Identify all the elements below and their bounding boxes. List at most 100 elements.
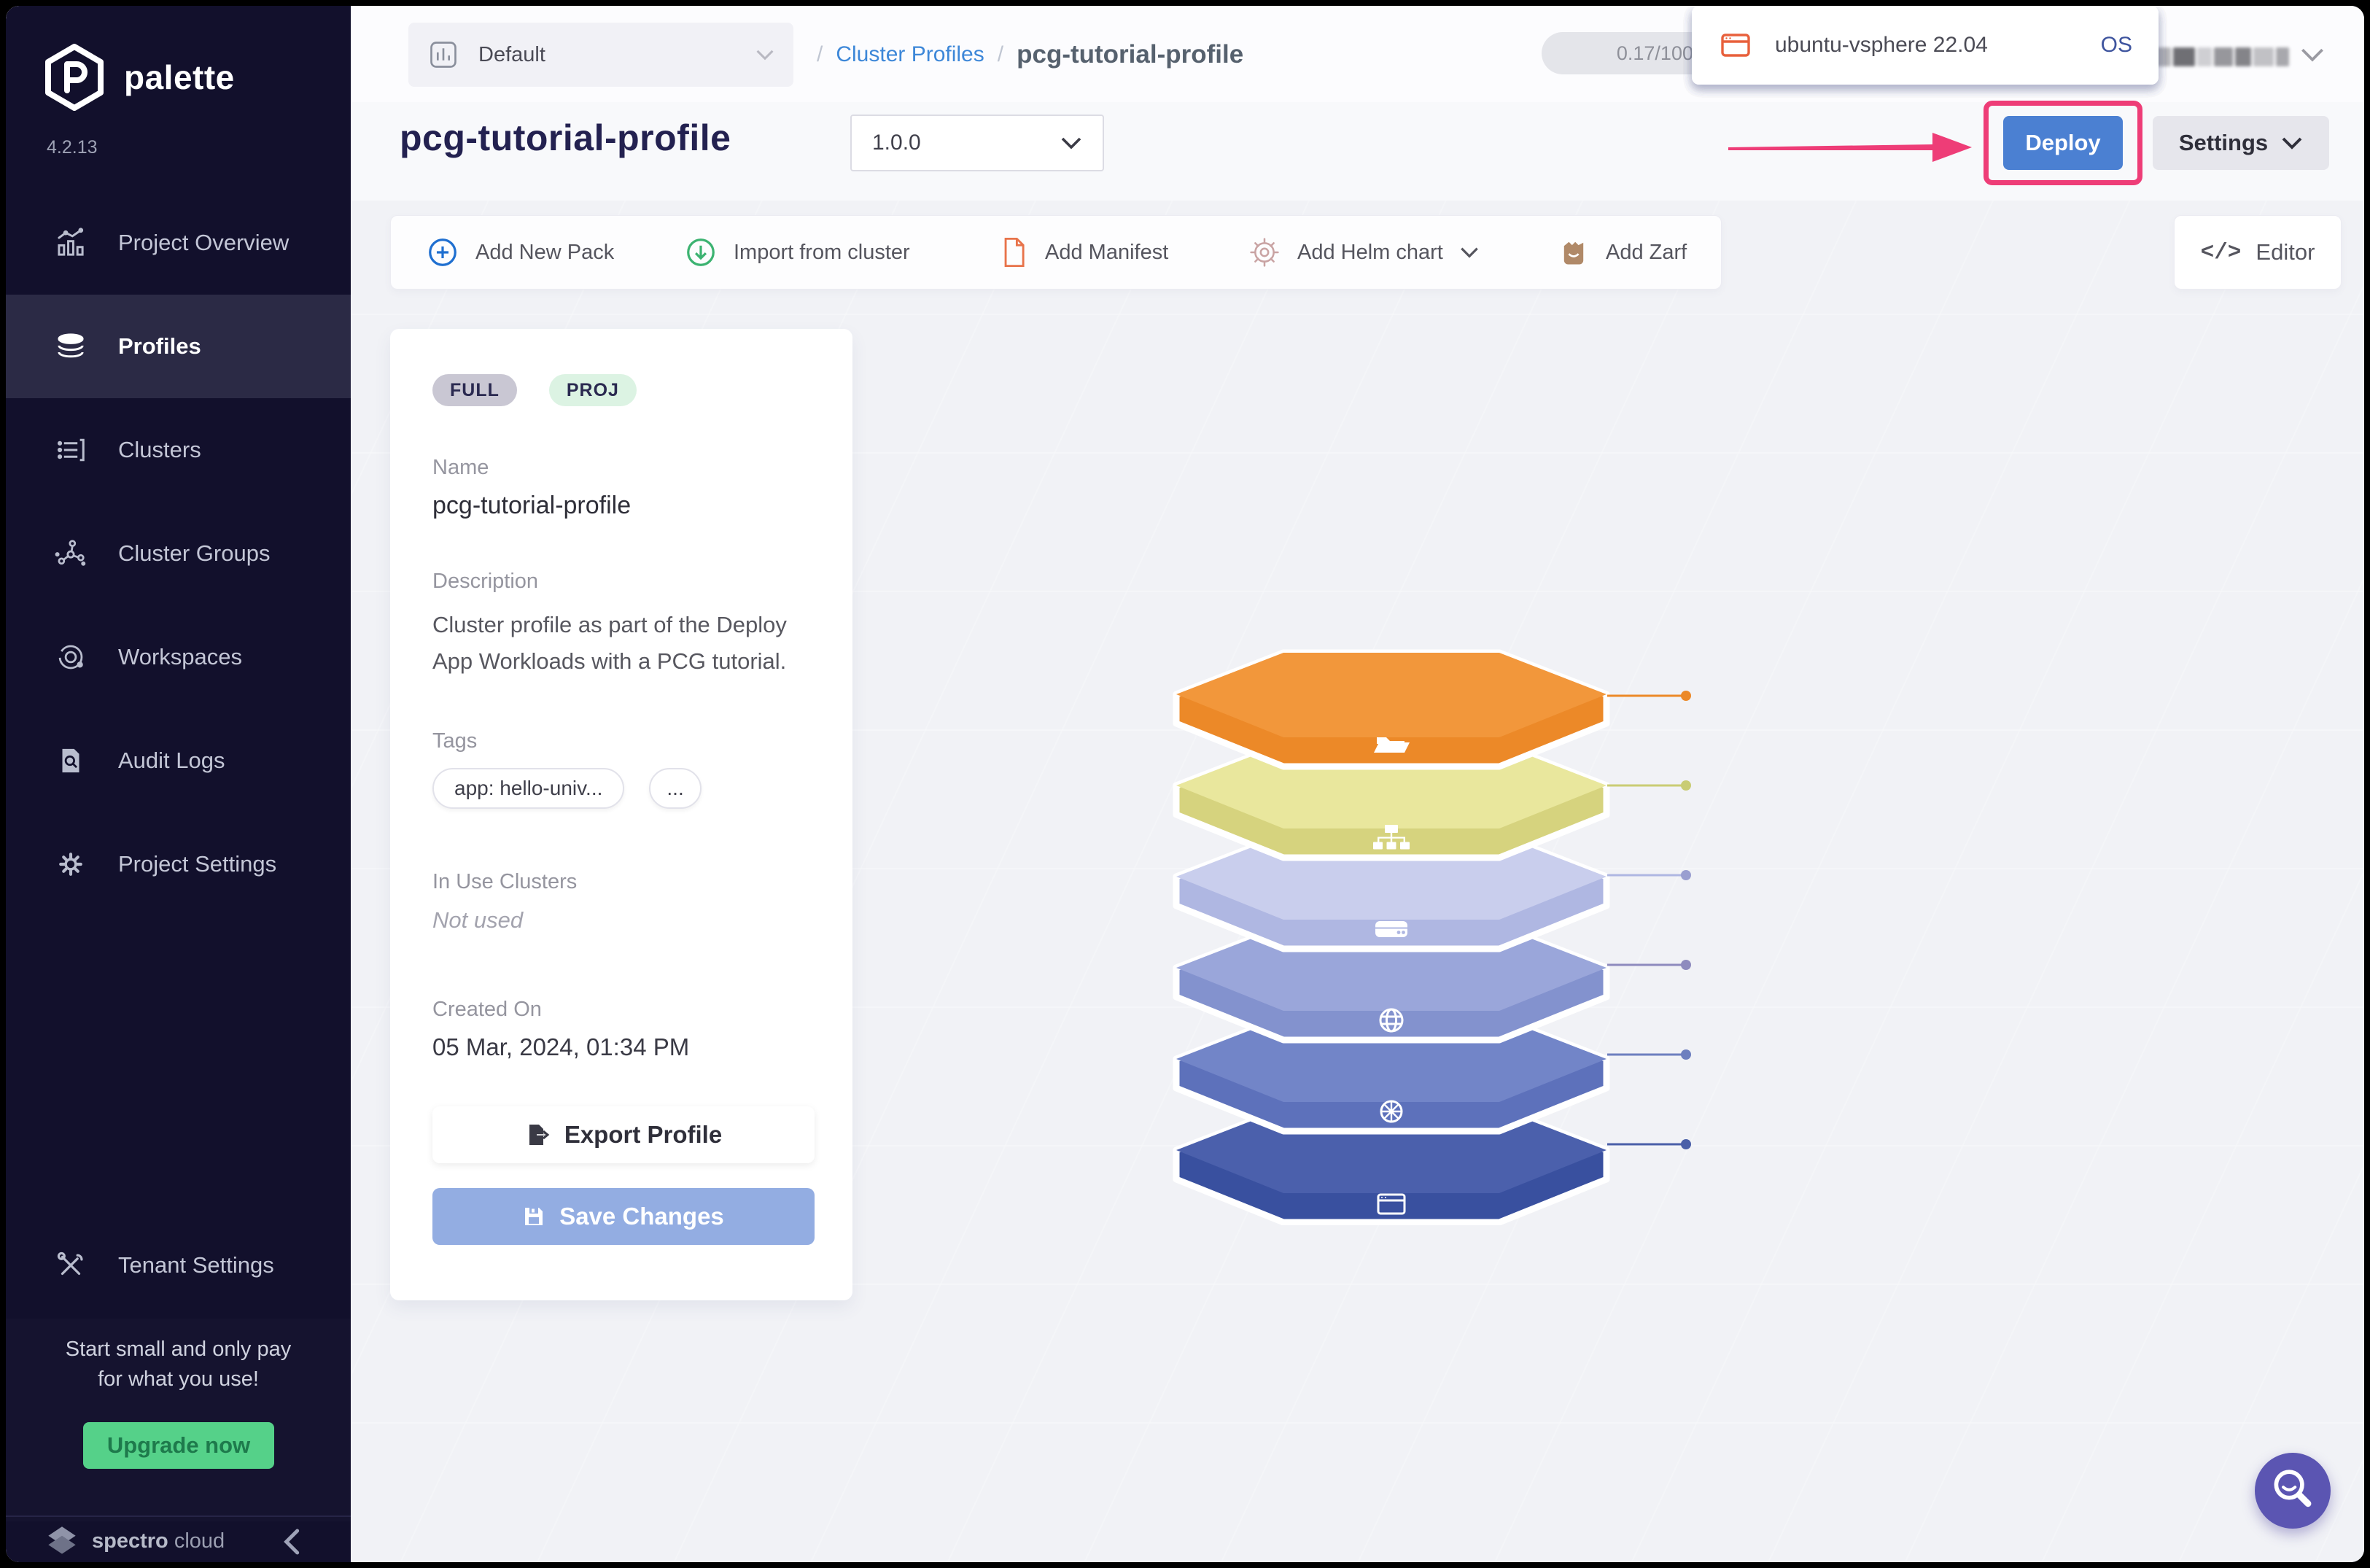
chevron-down-icon[interactable] (2300, 47, 2325, 63)
chart-box-icon (427, 39, 459, 71)
name-label: Name (432, 456, 815, 480)
in-use-clusters-value: Not used (432, 907, 815, 934)
audit-log-icon (54, 744, 88, 777)
badge-proj: PROJ (549, 374, 637, 406)
created-on-value: 05 Mar, 2024, 01:34 PM (432, 1033, 815, 1061)
sidebar-item-clusters[interactable]: Clusters (6, 398, 351, 502)
sidebar-footer: spectro cloud (6, 1515, 351, 1562)
brand-name: palette (124, 58, 235, 97)
breadcrumb: / Cluster Profiles / pcg-tutorial-profil… (817, 23, 1243, 87)
zarf-icon (1558, 236, 1590, 268)
editor-button[interactable]: </> Editor (2174, 215, 2342, 290)
sidebar-item-project-settings[interactable]: Project Settings (6, 812, 351, 916)
sidebar-item-workspaces[interactable]: Workspaces (6, 605, 351, 709)
badge-full: FULL (432, 374, 517, 406)
add-new-pack-button[interactable]: Add New Pack (426, 216, 614, 289)
footer-brand: spectro cloud (92, 1529, 225, 1553)
import-from-cluster-button[interactable]: Import from cluster (684, 216, 910, 289)
add-helm-chart-button[interactable]: Add Helm chart (1248, 216, 1480, 289)
deploy-button[interactable]: Deploy (2003, 116, 2123, 170)
save-changes-button[interactable]: Save Changes (432, 1188, 815, 1245)
save-icon (523, 1206, 545, 1227)
kubernetes-wheel-icon (1381, 1101, 1402, 1122)
collapse-sidebar-icon[interactable] (280, 1527, 305, 1556)
sidebar-item-label: Profiles (118, 333, 201, 360)
annotation-arrow (1727, 128, 1975, 166)
cluster-profile-layer-stack (1173, 649, 1610, 1225)
os-window-icon (1718, 28, 1753, 63)
spectro-cloud-logo (42, 1521, 82, 1561)
layers-stack-icon (54, 330, 88, 363)
chevron-down-icon (1459, 247, 1480, 258)
chevron-down-icon (2281, 136, 2303, 150)
brand: palette (44, 44, 235, 111)
bar-chart-icon (54, 226, 88, 260)
import-circle-icon (684, 236, 718, 269)
app-version: 4.2.13 (47, 137, 98, 158)
sidebar-item-cluster-groups[interactable]: Cluster Groups (6, 502, 351, 605)
layer-app-services (1176, 653, 1606, 766)
save-changes-label: Save Changes (559, 1203, 724, 1230)
pack-category: OS (2101, 33, 2132, 58)
pack-name: ubuntu-vsphere 22.04 (1775, 33, 1988, 58)
add-zarf-label: Add Zarf (1606, 241, 1687, 265)
pack-toolbar: Add New Pack Import from cluster Add Man… (390, 215, 1722, 290)
helm-wheel-icon (1248, 236, 1281, 269)
breadcrumb-current: pcg-tutorial-profile (1017, 40, 1243, 69)
promo-text: Start small and only pay for what you us… (6, 1335, 351, 1394)
plus-circle-icon (426, 236, 459, 269)
server-list-icon (54, 433, 88, 467)
sidebar-item-tenant-settings[interactable]: Tenant Settings (6, 1214, 351, 1317)
node-graph-icon (54, 537, 88, 570)
settings-button[interactable]: Settings (2153, 116, 2329, 170)
created-on-label: Created On (432, 998, 815, 1022)
add-new-pack-label: Add New Pack (475, 241, 614, 265)
profile-version-value: 1.0.0 (872, 131, 921, 155)
sidebar-item-label: Tenant Settings (118, 1252, 274, 1278)
tags-row: app: hello-univ... ... (432, 768, 815, 809)
add-manifest-label: Add Manifest (1045, 241, 1168, 265)
in-use-clusters-label: In Use Clusters (432, 870, 815, 894)
editor-label: Editor (2256, 239, 2315, 265)
add-zarf-button[interactable]: Add Zarf (1558, 216, 1687, 289)
tag-pill[interactable]: app: hello-univ... (432, 768, 624, 809)
export-profile-button[interactable]: Export Profile (432, 1106, 815, 1163)
breadcrumb-separator: / (998, 42, 1003, 67)
sidebar-item-label: Project Settings (118, 851, 276, 877)
description-label: Description (432, 570, 815, 594)
project-scope-selector[interactable]: Default (408, 23, 793, 87)
add-helm-chart-label: Add Helm chart (1297, 241, 1443, 265)
layer-connectors (1603, 648, 1698, 1216)
breadcrumb-link-cluster-profiles[interactable]: Cluster Profiles (836, 42, 984, 67)
profile-details-card: FULL PROJ Name pcg-tutorial-profile Desc… (390, 329, 852, 1300)
export-profile-label: Export Profile (564, 1121, 722, 1149)
gear-icon (54, 847, 88, 881)
promo-line-2: for what you use! (6, 1365, 351, 1394)
sidebar-item-label: Workspaces (118, 644, 242, 670)
settings-label: Settings (2179, 130, 2268, 156)
add-manifest-button[interactable]: Add Manifest (998, 216, 1168, 289)
search-icon (2262, 1460, 2323, 1521)
tags-label: Tags (432, 729, 815, 753)
sidebar-item-profiles[interactable]: Profiles (6, 295, 351, 398)
profile-version-select[interactable]: 1.0.0 (850, 115, 1104, 171)
export-icon (525, 1122, 550, 1147)
scope-selector-value: Default (478, 43, 737, 67)
profile-description-value: Cluster profile as part of the Deploy Ap… (432, 607, 812, 680)
storage-icon (1375, 921, 1407, 937)
sidebar-item-label: Cluster Groups (118, 540, 270, 567)
manifest-file-icon (998, 236, 1029, 269)
sidebar-item-project-overview[interactable]: Project Overview (6, 191, 351, 295)
profile-badges: FULL PROJ (432, 374, 815, 406)
upgrade-now-button[interactable]: Upgrade now (83, 1422, 274, 1469)
sidebar-item-label: Audit Logs (118, 748, 225, 774)
sidebar-item-label: Clusters (118, 437, 201, 463)
sidebar-item-audit-logs[interactable]: Audit Logs (6, 709, 351, 812)
sidebar-item-label: Project Overview (118, 230, 289, 256)
search-fab-button[interactable] (2255, 1453, 2331, 1529)
palette-app-window: palette 4.2.13 Project Overview Profiles (6, 6, 2364, 1562)
tag-overflow-pill[interactable]: ... (649, 768, 701, 809)
pack-row-ubuntu-vsphere[interactable]: ubuntu-vsphere 22.04 OS (1692, 6, 2159, 85)
page-title: pcg-tutorial-profile (400, 117, 731, 159)
sidebar-nav: Project Overview Profiles Clusters (6, 191, 351, 916)
